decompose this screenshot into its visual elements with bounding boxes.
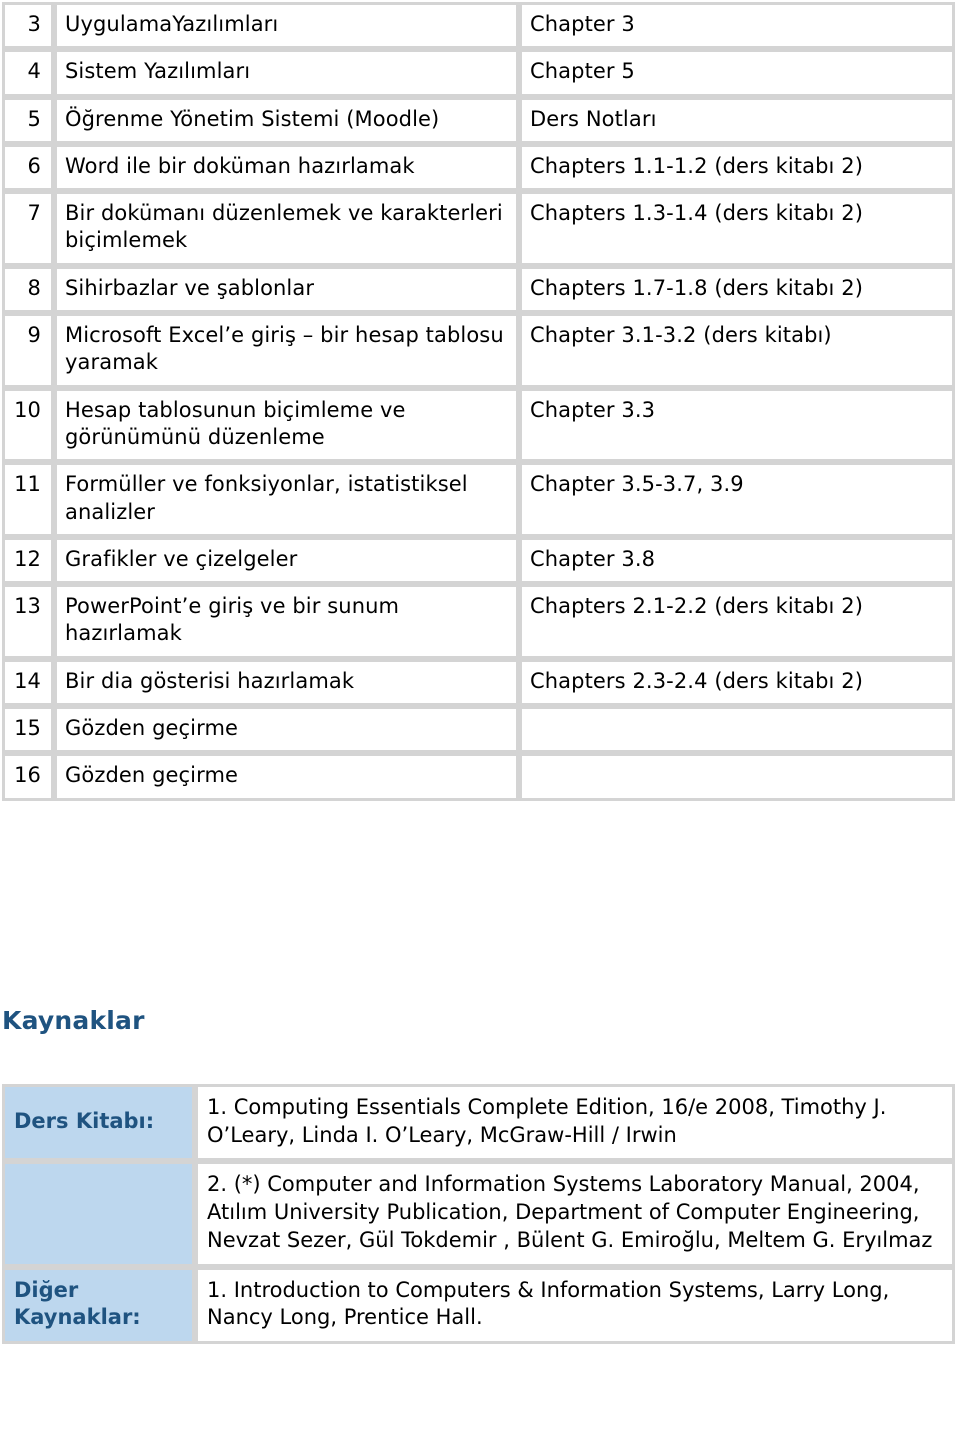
week-topic-cell: Sihirbazlar ve şablonlar	[54, 265, 519, 314]
week-reference-cell: Chapter 3.1-3.2 (ders kitabı)	[519, 313, 955, 388]
week-number-cell: 3	[2, 2, 54, 50]
week-reference-cell: Chapters 2.3-2.4 (ders kitabı 2)	[519, 658, 955, 707]
week-reference-cell: Chapter 3.3	[519, 387, 955, 463]
table-row: 4 Sistem Yazılımları Chapter 5	[2, 49, 955, 97]
resource-label-cell: Ders Kitabı:	[2, 1084, 195, 1162]
table-row: 10 Hesap tablosunun biçimleme ve görünüm…	[2, 387, 955, 463]
resource-label-cell: Diğer Kaynaklar:	[2, 1266, 195, 1345]
week-topic-cell: Bir dia gösterisi hazırlamak	[54, 658, 519, 707]
week-number-cell: 13	[2, 584, 54, 659]
week-number-cell: 15	[2, 706, 54, 754]
week-reference-cell	[519, 706, 955, 754]
table-row: 14 Bir dia gösterisi hazırlamak Chapters…	[2, 658, 955, 707]
resource-text-cell: 1. Introduction to Computers & Informati…	[195, 1266, 955, 1345]
table-row: 13 PowerPoint’e giriş ve bir sunum hazır…	[2, 584, 955, 659]
week-topic-cell: Hesap tablosunun biçimleme ve görünümünü…	[54, 387, 519, 463]
week-reference-cell: Chapters 1.1-1.2 (ders kitabı 2)	[519, 143, 955, 192]
week-topic-cell: Microsoft Excel’e giriş – bir hesap tabl…	[54, 313, 519, 388]
week-number-cell: 10	[2, 387, 54, 463]
weekly-schedule-table: 3 UygulamaYazılımları Chapter 3 4 Sistem…	[2, 2, 955, 801]
week-topic-cell: Sistem Yazılımları	[54, 49, 519, 97]
week-reference-cell: Chapters 1.7-1.8 (ders kitabı 2)	[519, 265, 955, 314]
table-row: 6 Word ile bir doküman hazırlamak Chapte…	[2, 143, 955, 192]
table-row: 8 Sihirbazlar ve şablonlar Chapters 1.7-…	[2, 265, 955, 314]
week-number-cell: 4	[2, 49, 54, 97]
week-topic-cell: PowerPoint’e giriş ve bir sunum hazırlam…	[54, 584, 519, 659]
week-number-cell: 14	[2, 658, 54, 707]
week-topic-cell: UygulamaYazılımları	[54, 2, 519, 50]
week-reference-cell	[519, 753, 955, 801]
week-number-cell: 12	[2, 536, 54, 585]
table-row: 12 Grafikler ve çizelgeler Chapter 3.8	[2, 536, 955, 585]
table-row: 11 Formüller ve fonksiyonlar, istatistik…	[2, 462, 955, 537]
week-topic-cell: Grafikler ve çizelgeler	[54, 536, 519, 585]
weekly-schedule-table-container: 3 UygulamaYazılımları Chapter 3 4 Sistem…	[2, 2, 955, 801]
resources-section-heading: Kaynaklar	[2, 1006, 145, 1035]
week-topic-cell: Bir dokümanı düzenlemek ve karakterleri …	[54, 191, 519, 266]
week-reference-cell: Chapter 5	[519, 49, 955, 97]
week-number-cell: 9	[2, 313, 54, 388]
week-topic-cell: Öğrenme Yönetim Sistemi (Moodle)	[54, 96, 519, 144]
resources-table-container: Ders Kitabı: 1. Computing Essentials Com…	[2, 1084, 955, 1345]
table-row: 3 UygulamaYazılımları Chapter 3	[2, 2, 955, 50]
week-reference-cell: Chapters 1.3-1.4 (ders kitabı 2)	[519, 191, 955, 266]
week-number-cell: 11	[2, 462, 54, 537]
week-reference-cell: Chapters 2.1-2.2 (ders kitabı 2)	[519, 584, 955, 659]
week-number-cell: 6	[2, 143, 54, 192]
week-number-cell: 7	[2, 191, 54, 266]
table-row: 16 Gözden geçirme	[2, 753, 955, 801]
table-row: 15 Gözden geçirme	[2, 706, 955, 754]
week-topic-cell: Gözden geçirme	[54, 753, 519, 801]
week-topic-cell: Formüller ve fonksiyonlar, istatistiksel…	[54, 462, 519, 537]
table-row: 7 Bir dokümanı düzenlemek ve karakterler…	[2, 191, 955, 266]
resources-table: Ders Kitabı: 1. Computing Essentials Com…	[2, 1084, 955, 1345]
table-row: Ders Kitabı: 1. Computing Essentials Com…	[2, 1084, 955, 1162]
week-reference-cell: Chapter 3.5-3.7, 3.9	[519, 462, 955, 537]
resource-text-cell: 1. Computing Essentials Complete Edition…	[195, 1084, 955, 1162]
week-reference-cell: Chapter 3	[519, 2, 955, 50]
resource-label-cell	[2, 1161, 195, 1267]
table-row: 2. (*) Computer and Information Systems …	[2, 1161, 955, 1267]
week-reference-cell: Ders Notları	[519, 96, 955, 144]
table-row: Diğer Kaynaklar: 1. Introduction to Comp…	[2, 1266, 955, 1345]
week-topic-cell: Gözden geçirme	[54, 706, 519, 754]
week-number-cell: 16	[2, 753, 54, 801]
week-number-cell: 5	[2, 96, 54, 144]
week-topic-cell: Word ile bir doküman hazırlamak	[54, 143, 519, 192]
table-row: 9 Microsoft Excel’e giriş – bir hesap ta…	[2, 313, 955, 388]
table-row: 5 Öğrenme Yönetim Sistemi (Moodle) Ders …	[2, 96, 955, 144]
week-reference-cell: Chapter 3.8	[519, 536, 955, 585]
resource-text-cell: 2. (*) Computer and Information Systems …	[195, 1161, 955, 1267]
week-number-cell: 8	[2, 265, 54, 314]
